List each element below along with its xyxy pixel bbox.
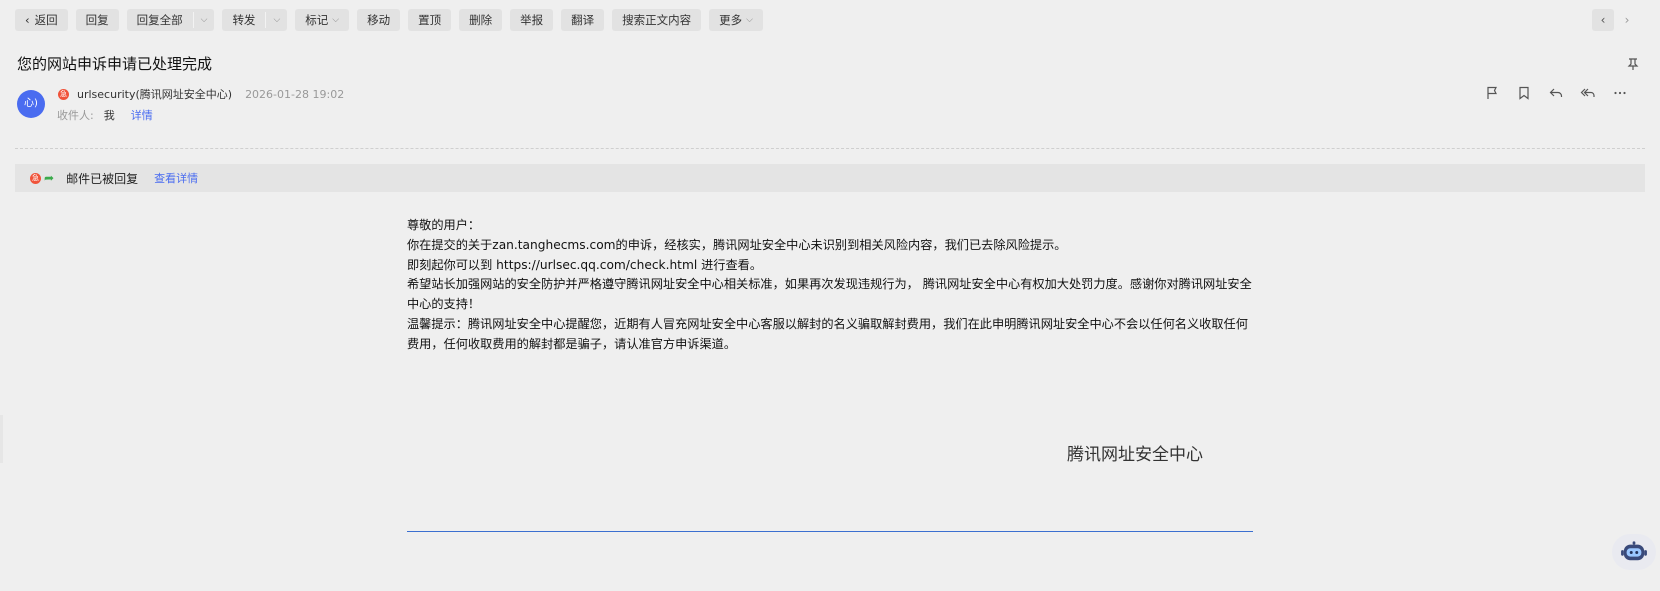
body-line: 即刻起你可以到 https://urlsec.qq.com/check.html… [407, 257, 763, 272]
mail-subject: 您的网站申诉申请已处理完成 [17, 55, 213, 73]
body-line: 尊敬的用户： [407, 218, 481, 232]
forward-button[interactable]: 转发 [222, 9, 265, 31]
recipient-label: 收件人: [57, 109, 94, 122]
translate-button[interactable]: 翻译 [561, 9, 605, 31]
urgent-badge: 急 [58, 88, 69, 100]
avatar[interactable]: 心) [17, 90, 45, 118]
bookmark-icon[interactable] [1516, 85, 1532, 101]
pin-top-button[interactable]: 置顶 [408, 9, 452, 31]
reply-button[interactable]: 回复 [75, 9, 119, 31]
side-handle[interactable] [0, 415, 3, 463]
pin-icon[interactable] [1626, 56, 1640, 70]
chevron-down-icon: ⌵ [273, 15, 281, 25]
body-line: 你在提交的关于zan.tanghecms.com的申诉，经核实，腾讯网址安全中心… [407, 237, 1067, 252]
move-button[interactable]: 移动 [357, 9, 401, 31]
chevron-left-icon: ‹ [25, 13, 30, 27]
toolbar: ‹ 返回 回复 回复全部 ⌵ 转发 ⌵ 标记 ⌵ 移动 置顶 删除 举报 翻译 … [15, 9, 763, 31]
reply-all-icon[interactable] [1580, 85, 1596, 101]
back-button[interactable]: ‹ 返回 [15, 9, 68, 31]
reply-all-button[interactable]: 回复全部 [127, 9, 193, 31]
prev-mail-icon[interactable]: ‹ [1592, 9, 1614, 31]
header-divider [15, 148, 1645, 149]
mail-actions [1484, 85, 1628, 101]
forward-dropdown[interactable]: ⌵ [266, 9, 287, 31]
next-mail-icon[interactable]: › [1616, 9, 1638, 31]
detail-link[interactable]: 详情 [131, 107, 153, 123]
forward-split: 转发 ⌵ [222, 9, 288, 31]
more-icon[interactable] [1612, 85, 1628, 101]
urgent-badge: 急 [30, 172, 41, 184]
mail-body: 尊敬的用户： 你在提交的关于zan.tanghecms.com的申诉，经核实，腾… [407, 216, 1257, 355]
replied-banner: 急 ➦ 邮件已被回复 查看详情 [15, 164, 1645, 192]
mark-button[interactable]: 标记 ⌵ [295, 9, 350, 31]
recipient-line: 收件人: 我 详情 [57, 107, 153, 123]
reply-arrow-icon: ➦ [44, 171, 55, 185]
delete-button[interactable]: 删除 [459, 9, 503, 31]
chevron-down-icon: ⌵ [332, 15, 340, 25]
signature: 腾讯网址安全中心 [1067, 445, 1203, 465]
recipient-name[interactable]: 我 [104, 107, 115, 123]
flag-icon[interactable] [1484, 85, 1500, 101]
replied-text: 邮件已被回复 [66, 171, 139, 186]
view-details-link[interactable]: 查看详情 [154, 170, 198, 186]
assistant-robot-icon[interactable] [1612, 534, 1656, 570]
report-button[interactable]: 举报 [510, 9, 554, 31]
search-body-button[interactable]: 搜索正文内容 [612, 9, 702, 31]
chevron-down-icon: ⌵ [746, 15, 753, 25]
mail-navigation: ‹ › [1592, 9, 1638, 31]
sender-name[interactable]: urlsecurity(腾讯网址安全中心) [77, 86, 232, 102]
chevron-down-icon: ⌵ [200, 15, 208, 25]
body-divider [407, 531, 1253, 532]
sent-date: 2026-01-28 19:02 [245, 87, 345, 101]
reply-icon[interactable] [1548, 85, 1564, 101]
sender-line: 急 urlsecurity(腾讯网址安全中心) 2026-01-28 19:02 [58, 86, 344, 102]
body-line: 希望站长加强网站的安全防护并严格遵守腾讯网址安全中心相关标准，如果再次发现违规行… [407, 277, 1252, 312]
reply-all-split: 回复全部 ⌵ [126, 9, 215, 31]
reply-all-dropdown[interactable]: ⌵ [194, 9, 215, 31]
more-button[interactable]: 更多 ⌵ [709, 9, 763, 31]
body-line: 温馨提示：腾讯网址安全中心提醒您，近期有人冒充网址安全中心客服以解封的名义骗取解… [407, 316, 1248, 351]
